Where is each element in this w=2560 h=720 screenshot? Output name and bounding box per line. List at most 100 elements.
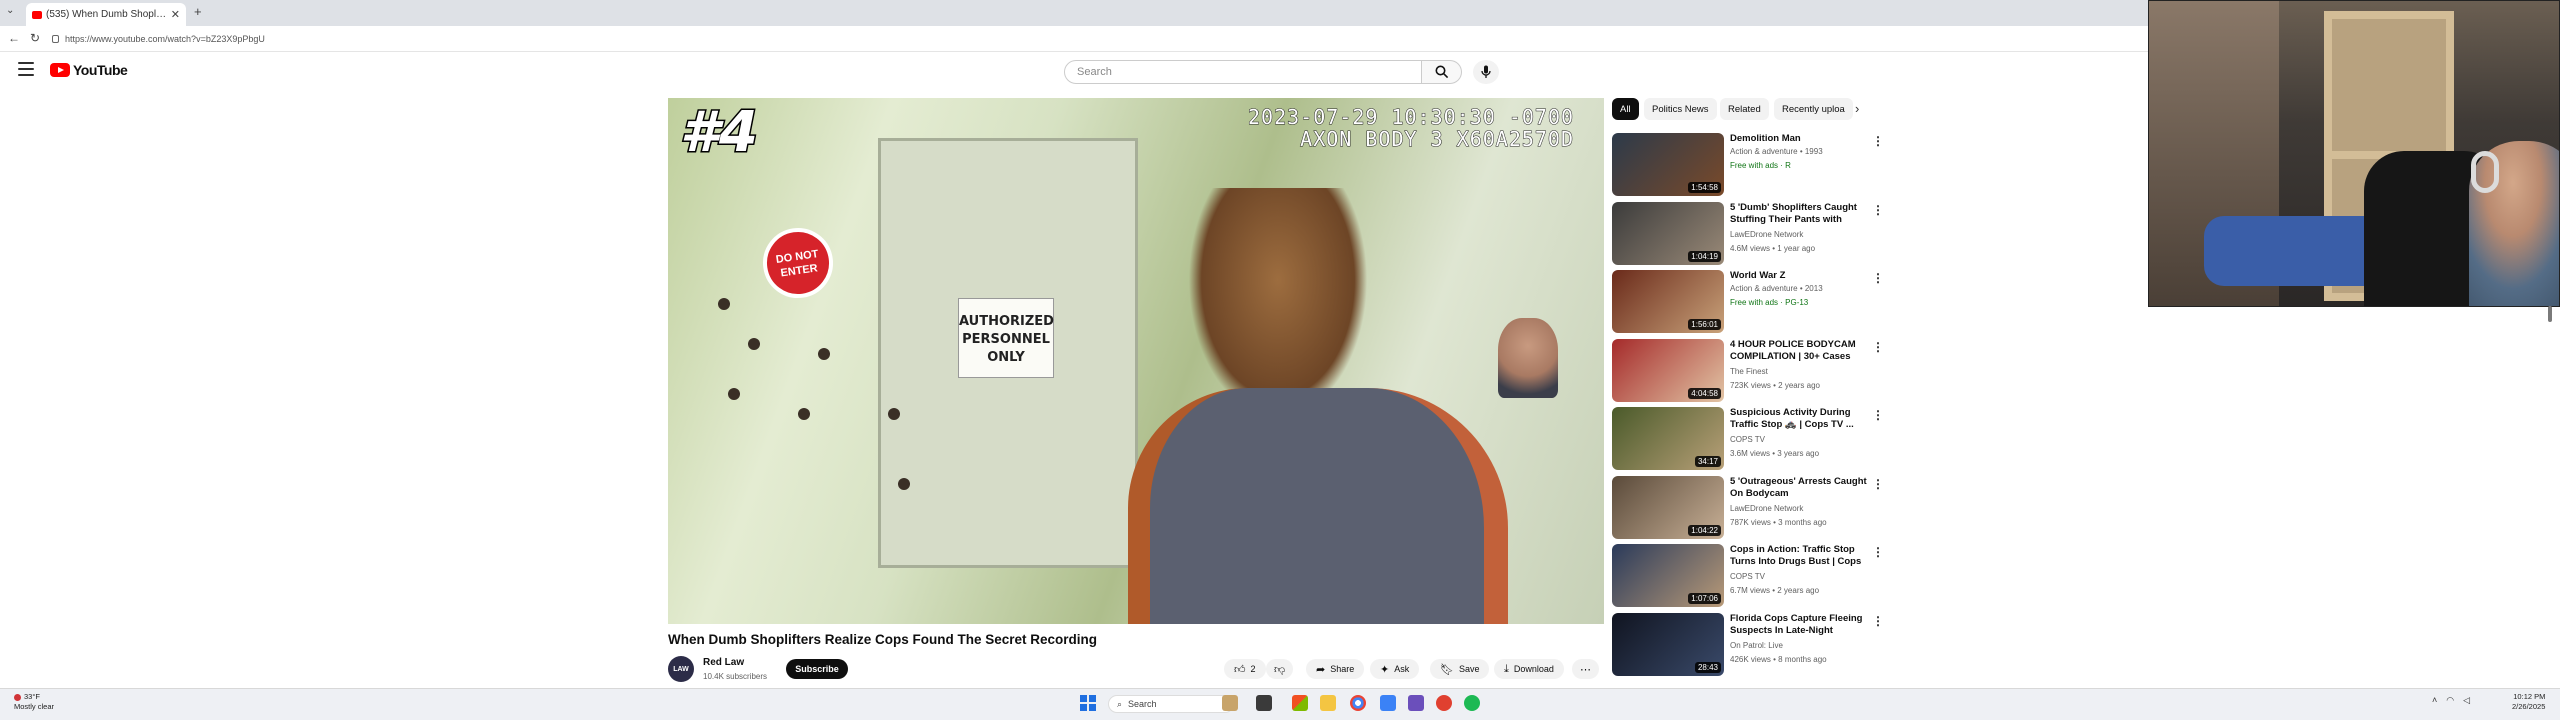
browser-tab[interactable]: (535) When Dumb Shoplifters Realize Cops…: [26, 3, 186, 26]
video-player[interactable]: DO NOT ENTER AUTHORIZED PERSONNEL ONLY #…: [668, 98, 1604, 624]
taskbar-app2-icon[interactable]: [1436, 695, 1452, 711]
recommendation-duration: 34:17: [1694, 456, 1721, 467]
recommendation-channel[interactable]: COPS TV: [1730, 572, 1765, 581]
recommendation-meta: 4.6M views • 1 year ago: [1730, 243, 1816, 253]
video-frame-detail: [798, 408, 810, 420]
chip-related[interactable]: Related: [1720, 98, 1769, 120]
chip-recently-uploaded[interactable]: Recently uploa: [1774, 98, 1853, 120]
taskbar-edge-icon[interactable]: [1380, 695, 1396, 711]
recommendation-channel[interactable]: The Finest: [1730, 367, 1768, 376]
recommendation-meta: Free with ads · R: [1730, 161, 1791, 170]
recommendation-thumbnail[interactable]: 1:04:19: [1612, 201, 1724, 265]
recommendation-channel[interactable]: On Patrol: Live: [1730, 641, 1783, 650]
download-label: Download: [1513, 664, 1554, 674]
youtube-logo-text: YouTube: [73, 62, 128, 78]
recommendation-channel[interactable]: Action & adventure • 2013: [1730, 284, 1823, 293]
more-actions-button[interactable]: ⋯: [1572, 659, 1599, 679]
search-button[interactable]: [1422, 60, 1462, 84]
chevron-right-icon[interactable]: ›: [1855, 101, 1859, 116]
share-label: Share: [1330, 664, 1355, 674]
recommendation-thumbnail[interactable]: 1:04:22: [1612, 475, 1724, 539]
youtube-logo[interactable]: YouTube: [50, 62, 128, 78]
reload-icon[interactable]: ↻: [30, 31, 40, 45]
more-options-icon[interactable]: ⋮: [1872, 203, 1884, 217]
taskbar-teams-icon[interactable]: [1408, 695, 1424, 711]
recommendation-title[interactable]: World War Z: [1730, 270, 1868, 282]
channel-avatar[interactable]: LAW: [668, 656, 694, 682]
recommendation-title[interactable]: 5 'Outrageous' Arrests Caught On Bodycam: [1730, 476, 1868, 500]
recommendation-item[interactable]: 1:54:58 Demolition Man Action & adventure …: [1612, 133, 1884, 199]
taskbar-folder-icon[interactable]: [1320, 695, 1336, 711]
tab-list-dropdown-icon[interactable]: ⌄: [6, 5, 14, 16]
chip-all[interactable]: All: [1612, 98, 1639, 120]
recommendation-item[interactable]: 4:04:58 4 HOUR POLICE BODYCAM COMPILATION…: [1612, 338, 1884, 405]
taskbar-spotify-icon[interactable]: [1464, 695, 1480, 711]
recommendation-item[interactable]: 34:17 Suspicious Activity During Traffic …: [1612, 407, 1884, 473]
recommendation-channel[interactable]: COPS TV: [1730, 435, 1765, 444]
weather-widget[interactable]: 33°F Mostly clear: [14, 692, 54, 712]
windows-icon[interactable]: [1080, 695, 1096, 711]
more-options-icon[interactable]: ⋮: [1872, 408, 1884, 422]
url-field[interactable]: https://www.youtube.com/watch?v=bZ23X9pP…: [52, 30, 2112, 48]
chevron-up-icon[interactable]: ˄: [2432, 695, 2437, 706]
volume-icon[interactable]: ◁: [2463, 695, 2470, 706]
taskbar-search[interactable]: ⌕ Search: [1108, 695, 1234, 713]
more-options-icon[interactable]: ⋮: [1872, 545, 1884, 559]
recommendation-thumbnail[interactable]: 4:04:58: [1612, 338, 1724, 402]
like-button[interactable]: 👍︎ 2: [1224, 659, 1266, 679]
taskbar-terminal-icon[interactable]: [1256, 695, 1272, 711]
system-tray[interactable]: ˄ ◠ ◁: [2432, 695, 2470, 706]
recommendation-title[interactable]: Demolition Man: [1730, 133, 1868, 145]
voice-search-button[interactable]: [1473, 60, 1499, 84]
recommendation-item[interactable]: 1:07:06 Cops in Action: Traffic Stop Turn…: [1612, 544, 1884, 610]
taskbar-app-icon[interactable]: [1222, 695, 1238, 711]
recommendation-thumbnail[interactable]: 1:54:58: [1612, 133, 1724, 196]
more-options-icon[interactable]: ⋮: [1872, 271, 1884, 285]
ask-button[interactable]: ✦ Ask: [1370, 659, 1420, 679]
recommendation-meta: 426K views • 8 months ago: [1730, 654, 1827, 664]
recommendation-title[interactable]: 5 'Dumb' Shoplifters Caught Stuffing The…: [1730, 202, 1868, 226]
recommendation-channel[interactable]: LawEDrone Network: [1730, 230, 1803, 239]
save-button[interactable]: 🔖︎ Save: [1430, 659, 1490, 679]
recommendation-item[interactable]: 1:04:22 5 'Outrageous' Arrests Caught On …: [1612, 475, 1884, 542]
recommendation-channel[interactable]: Action & adventure • 1993: [1730, 147, 1823, 156]
recommendation-title[interactable]: Florida Cops Capture Fleeing Suspects In…: [1730, 613, 1868, 637]
recommendation-duration: 1:04:19: [1688, 250, 1721, 262]
taskbar-store-icon[interactable]: [1292, 695, 1308, 711]
wifi-icon[interactable]: ◠: [2446, 695, 2454, 706]
taskbar-clock[interactable]: 10:12 PM 2/26/2025: [2512, 692, 2545, 712]
subscribe-button[interactable]: Subscribe: [786, 659, 848, 679]
more-options-icon[interactable]: ⋮: [1872, 134, 1884, 148]
recommendation-meta: 723K views • 2 years ago: [1730, 380, 1820, 390]
recommendation-meta: 787K views • 3 months ago: [1730, 517, 1827, 527]
share-button[interactable]: ➦ Share: [1306, 659, 1365, 679]
recommendation-duration: 1:56:01: [1688, 319, 1721, 330]
page-scrollbar[interactable]: [2548, 306, 2552, 322]
new-tab-button[interactable]: +: [194, 4, 202, 19]
recommendation-item[interactable]: 28:43 Florida Cops Capture Fleeing Suspec…: [1612, 612, 1884, 679]
back-icon[interactable]: ←: [8, 31, 20, 45]
more-options-icon[interactable]: ⋮: [1872, 340, 1884, 354]
close-tab-icon[interactable]: ✕: [171, 8, 180, 21]
dislike-icon: 👎︎: [1274, 663, 1286, 676]
recommendation-title[interactable]: Suspicious Activity During Traffic Stop …: [1730, 407, 1868, 431]
recommendation-title[interactable]: Cops in Action: Traffic Stop Turns Into …: [1730, 544, 1868, 568]
recommendation-item[interactable]: 1:56:01 World War Z Action & adventure • 2…: [1612, 270, 1884, 336]
recommendation-thumbnail[interactable]: 34:17: [1612, 407, 1724, 470]
recommendation-thumbnail[interactable]: 1:56:01: [1612, 270, 1724, 333]
download-button[interactable]: ⤓ Download: [1494, 659, 1564, 679]
recommendation-thumbnail[interactable]: 28:43: [1612, 612, 1724, 676]
more-options-icon[interactable]: ⋮: [1872, 614, 1884, 628]
recommendation-thumbnail[interactable]: 1:07:06: [1612, 544, 1724, 607]
chip-politics-news[interactable]: Politics News: [1644, 98, 1717, 120]
recommendation-channel[interactable]: LawEDrone Network: [1730, 504, 1803, 513]
taskbar-chrome-icon[interactable]: [1350, 695, 1366, 711]
more-options-icon[interactable]: ⋮: [1872, 477, 1884, 491]
search-input[interactable]: [1064, 60, 1422, 84]
dislike-button[interactable]: 👎︎: [1266, 659, 1294, 679]
video-stop-sign: DO NOT ENTER: [758, 223, 838, 303]
menu-icon[interactable]: [18, 62, 34, 76]
channel-name[interactable]: Red Law: [703, 657, 744, 668]
recommendation-item[interactable]: 1:04:19 5 'Dumb' Shoplifters Caught Stuff…: [1612, 201, 1884, 268]
recommendation-title[interactable]: 4 HOUR POLICE BODYCAM COMPILATION | 30+ …: [1730, 339, 1868, 363]
